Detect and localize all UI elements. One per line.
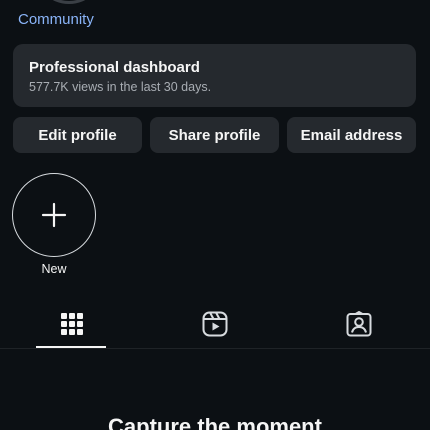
- tab-posts[interactable]: [0, 300, 143, 348]
- edit-profile-button[interactable]: Edit profile: [13, 117, 142, 153]
- professional-dashboard-card[interactable]: Professional dashboard 577.7K views in t…: [13, 44, 416, 107]
- profile-page: Community Professional dashboard 577.7K …: [0, 0, 430, 430]
- new-highlight-button[interactable]: [12, 173, 96, 257]
- tabs-divider: [0, 348, 430, 349]
- profile-actions: Edit profile Share profile Email address: [13, 117, 416, 153]
- plus-icon: [41, 202, 67, 228]
- empty-state-title: Capture the moment: [108, 414, 322, 430]
- tab-tagged[interactable]: [287, 300, 430, 348]
- email-address-button[interactable]: Email address: [287, 117, 416, 153]
- profile-category-label[interactable]: Community: [18, 11, 94, 28]
- tab-reels[interactable]: [143, 300, 286, 348]
- new-highlight-label: New: [41, 262, 67, 276]
- grid-icon: [60, 313, 83, 335]
- dashboard-subtitle: 577.7K views in the last 30 days.: [29, 80, 212, 94]
- share-profile-button[interactable]: Share profile: [150, 117, 279, 153]
- profile-content-tabs: [0, 300, 430, 348]
- reels-icon: [202, 311, 227, 337]
- dashboard-title: Professional dashboard: [29, 59, 200, 76]
- profile-avatar[interactable]: [34, 0, 104, 4]
- tagged-icon: [346, 311, 371, 337]
